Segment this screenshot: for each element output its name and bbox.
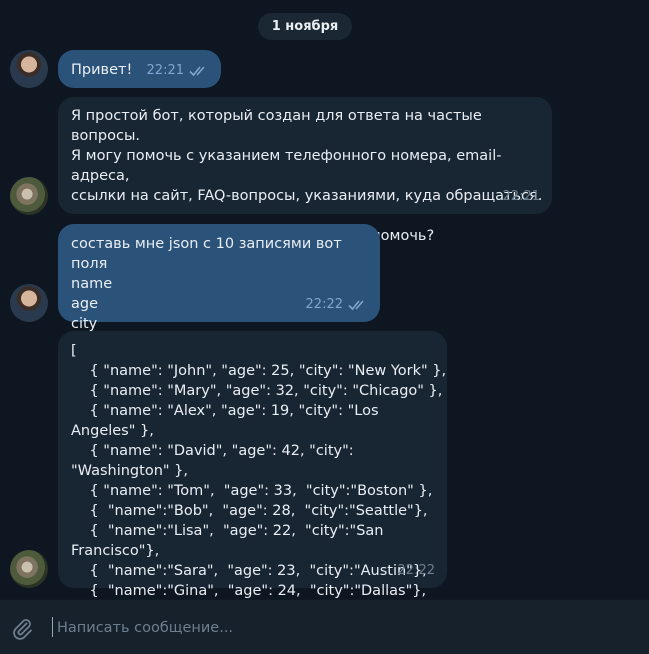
- message-meta: 22:21: [503, 187, 540, 207]
- message-bubble[interactable]: составь мне json с 10 записями вот поля …: [58, 224, 380, 332]
- paperclip-icon[interactable]: [10, 616, 34, 640]
- message-composer: [0, 599, 649, 654]
- message-time: 22:22: [305, 297, 343, 312]
- message-time: 22:21: [502, 189, 540, 204]
- bot-avatar[interactable]: [10, 550, 48, 588]
- message-text: составь мне json с 10 записями вот поля …: [71, 236, 342, 332]
- message-meta: 22:22: [398, 561, 435, 581]
- message-time: 22:21: [146, 63, 184, 78]
- chat-area: 1 ноября Привет! 22:21 Я простой бот, ко…: [0, 0, 649, 639]
- message-meta: 22:21: [147, 61, 209, 81]
- message-input[interactable]: [55, 614, 619, 642]
- message-text: [ { "name": "John", "age": 25, "city": "…: [71, 343, 447, 639]
- message-bubble[interactable]: [ { "name": "John", "age": 25, "city": "…: [58, 331, 447, 639]
- message-time: 22:22: [397, 563, 435, 578]
- date-separator: 1 ноября: [258, 13, 352, 40]
- text-cursor: [52, 617, 53, 637]
- bot-avatar[interactable]: [10, 177, 48, 215]
- double-check-icon: [348, 299, 368, 311]
- user-avatar[interactable]: [10, 284, 48, 322]
- message-meta: 22:22: [306, 295, 368, 315]
- double-check-icon: [189, 65, 209, 77]
- message-bubble[interactable]: Привет! 22:21: [58, 50, 221, 88]
- message-bubble[interactable]: Я простой бот, который создан для ответа…: [58, 97, 552, 244]
- user-avatar[interactable]: [10, 50, 48, 88]
